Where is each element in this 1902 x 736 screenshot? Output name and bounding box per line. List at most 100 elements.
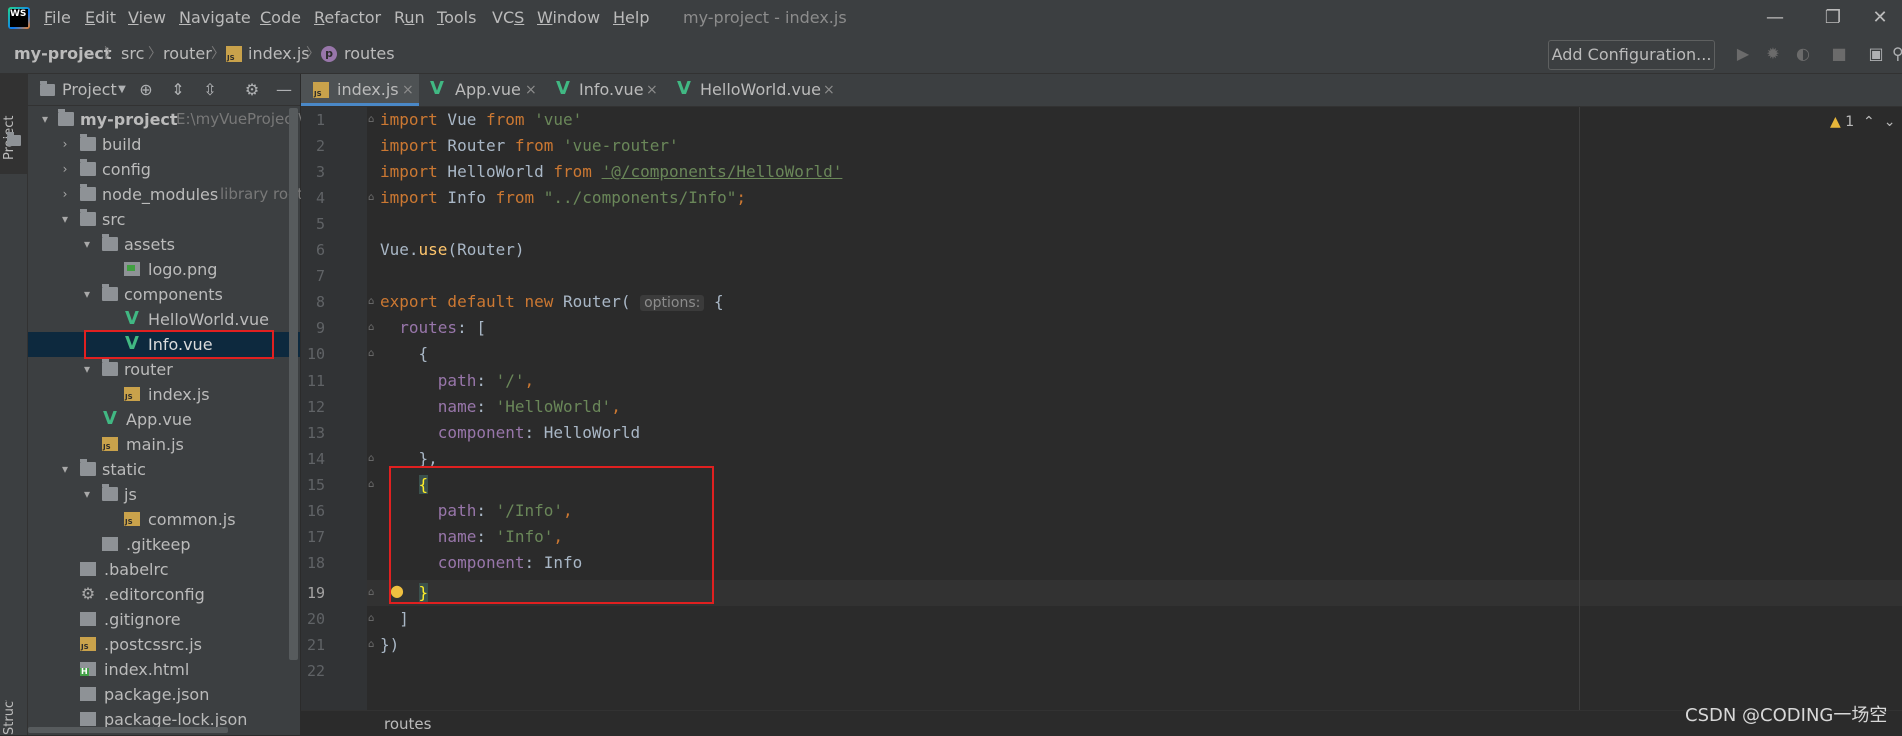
expand-all-icon[interactable]: ⇕: [168, 80, 188, 100]
tree-item-common-js[interactable]: common.js: [28, 507, 300, 532]
chevron-down-icon[interactable]: ▾: [80, 282, 94, 307]
chevron-right-icon[interactable]: ›: [58, 182, 72, 207]
chevron-down-icon[interactable]: ▾: [80, 232, 94, 257]
breadcrumb-index-js[interactable]: index.js: [248, 36, 310, 72]
menu-edit[interactable]: Edit: [85, 0, 116, 36]
project-tree-scrollbar[interactable]: [289, 108, 298, 660]
fold-marker-icon[interactable]: ⌂: [368, 588, 378, 598]
chevron-down-icon[interactable]: ⌄: [1879, 114, 1896, 130]
line-number: 10: [306, 345, 325, 363]
hide-panel-icon[interactable]: —: [274, 80, 294, 100]
chevron-down-icon[interactable]: ▼: [112, 80, 132, 100]
project-structure-icon[interactable]: ▣: [1866, 44, 1886, 64]
tree-root-my-project[interactable]: ▾ my-project E:\myVueProject\: [28, 107, 303, 132]
inspection-widget[interactable]: ▲ 1 ⌃ ⌄: [1830, 112, 1895, 132]
fold-marker-icon[interactable]: ⌂: [368, 454, 378, 464]
search-everywhere-icon[interactable]: ⚲: [1892, 44, 1902, 64]
breadcrumb-separator: 〉: [211, 46, 225, 62]
fold-marker-icon[interactable]: ⌂: [368, 640, 378, 650]
menu-code[interactable]: Code: [260, 0, 301, 36]
menu-tools[interactable]: Tools: [437, 0, 476, 36]
tree-item-assets[interactable]: ▾ assets: [28, 232, 300, 257]
breadcrumb-src[interactable]: src: [121, 36, 144, 72]
chevron-down-icon[interactable]: ▾: [58, 207, 72, 232]
close-window-icon[interactable]: ✕: [1858, 0, 1902, 36]
breadcrumb-router[interactable]: router: [163, 36, 212, 72]
project-tool-tab-label[interactable]: Project: [2, 80, 24, 160]
webstorm-logo-icon: WS: [8, 7, 30, 29]
tree-item-package-json[interactable]: package.json: [28, 682, 300, 707]
menu-vcs[interactable]: VCS: [492, 0, 524, 36]
tree-item-router[interactable]: ▾ router: [28, 357, 300, 382]
code-line-8: export default new Router( options: {: [380, 292, 724, 311]
tree-item-index-html[interactable]: index.html: [28, 657, 300, 682]
tree-item-build[interactable]: › build: [28, 132, 300, 157]
close-tab-icon[interactable]: ×: [402, 74, 414, 106]
tree-item-gitkeep[interactable]: .gitkeep: [28, 532, 300, 557]
tree-item-logo-png[interactable]: logo.png: [28, 257, 300, 282]
fold-marker-icon[interactable]: ⌂: [368, 193, 378, 203]
tab-info-vue[interactable]: V Info.vue ×: [543, 74, 661, 106]
close-tab-icon[interactable]: ×: [525, 74, 537, 106]
tree-item-babelrc[interactable]: .babelrc: [28, 557, 300, 582]
tree-item-app-vue[interactable]: V App.vue: [28, 407, 300, 432]
menu-run[interactable]: Run: [394, 0, 425, 36]
tab-app-vue[interactable]: V App.vue ×: [421, 74, 537, 106]
tree-item-static[interactable]: ▾ static: [28, 457, 300, 482]
menu-file[interactable]: File: [44, 0, 71, 36]
chevron-down-icon[interactable]: ▾: [80, 357, 94, 382]
tree-item-label: package.json: [104, 685, 210, 704]
coverage-icon[interactable]: ◐: [1793, 44, 1813, 64]
fold-marker-icon[interactable]: ⌂: [368, 349, 378, 359]
tree-item-config[interactable]: › config: [28, 157, 300, 182]
tree-item-gitignore[interactable]: .gitignore: [28, 607, 300, 632]
project-tree-horizontal-scrollbar[interactable]: [28, 727, 228, 733]
tree-item-helloworld-vue[interactable]: V HelloWorld.vue: [28, 307, 300, 332]
tab-index-js[interactable]: index.js ×: [301, 74, 419, 106]
restore-icon[interactable]: ❐: [1803, 0, 1863, 36]
collapse-all-icon[interactable]: ⇳: [200, 80, 220, 100]
tree-item-index-js[interactable]: index.js: [28, 382, 300, 407]
tree-item-src[interactable]: ▾ src: [28, 207, 300, 232]
stop-icon[interactable]: ■: [1829, 44, 1849, 64]
fold-marker-icon[interactable]: ⌂: [368, 323, 378, 333]
debug-icon[interactable]: ✹: [1763, 44, 1783, 64]
chevron-right-icon[interactable]: ›: [58, 157, 72, 182]
tab-helloworld-vue[interactable]: V HelloWorld.vue ×: [666, 74, 846, 106]
editor-breadcrumb-bar: [301, 710, 1902, 736]
breadcrumb-project[interactable]: my-project: [14, 36, 112, 72]
minimize-icon[interactable]: —: [1745, 0, 1805, 36]
close-tab-icon[interactable]: ×: [646, 74, 658, 106]
menu-refactor[interactable]: Refactor: [314, 0, 381, 36]
locate-file-icon[interactable]: ⊕: [136, 80, 156, 100]
fold-marker-icon[interactable]: ⌂: [368, 297, 378, 307]
tree-item-js-folder[interactable]: ▾ js: [28, 482, 300, 507]
close-tab-icon[interactable]: ×: [823, 74, 835, 106]
project-view-selector[interactable]: Project: [62, 74, 117, 105]
chevron-down-icon[interactable]: ▾: [58, 457, 72, 482]
tree-item-editorconfig[interactable]: ⚙ .editorconfig: [28, 582, 300, 607]
menu-view[interactable]: View: [128, 0, 166, 36]
menu-help[interactable]: Help: [613, 0, 649, 36]
editor-breadcrumb-routes[interactable]: routes: [384, 712, 431, 736]
structure-tool-tab-label[interactable]: Structure: [2, 700, 24, 735]
fold-marker-icon[interactable]: ⌂: [368, 480, 378, 490]
chevron-right-icon[interactable]: ›: [58, 132, 72, 157]
fold-marker-icon[interactable]: ⌂: [368, 115, 378, 125]
tree-item-components[interactable]: ▾ components: [28, 282, 300, 307]
chevron-down-icon[interactable]: ▾: [80, 482, 94, 507]
fold-marker-icon[interactable]: ⌂: [368, 614, 378, 624]
breadcrumb-routes[interactable]: routes: [344, 36, 395, 72]
chevron-up-icon[interactable]: ⌃: [1859, 114, 1875, 130]
info-vue-highlight-box: [84, 330, 274, 359]
tree-item-main-js[interactable]: main.js: [28, 432, 300, 457]
add-configuration-button[interactable]: Add Configuration...: [1548, 40, 1715, 70]
tree-item-postcssrc-js[interactable]: .postcssrc.js: [28, 632, 300, 657]
chevron-down-icon[interactable]: ▾: [38, 107, 52, 132]
settings-gear-icon[interactable]: ⚙: [242, 80, 262, 100]
menu-window[interactable]: Window: [537, 0, 600, 36]
menu-navigate[interactable]: Navigate: [179, 0, 251, 36]
run-icon[interactable]: ▶: [1733, 44, 1753, 64]
line-number: 6: [315, 241, 325, 259]
tree-item-node-modules[interactable]: › node_modules library root: [28, 182, 303, 207]
